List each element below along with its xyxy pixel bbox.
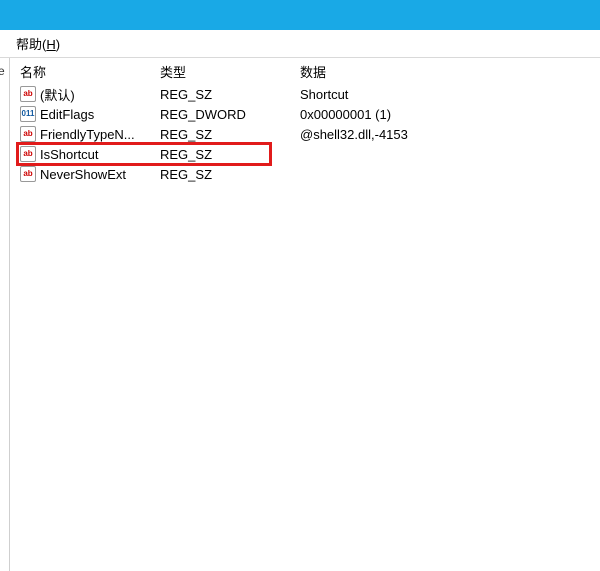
string-value-icon: ab [20, 86, 36, 102]
value-type: REG_SZ [160, 167, 300, 182]
window-titlebar[interactable] [0, 0, 600, 30]
menu-bar: 帮助(H) [0, 30, 600, 58]
value-data: Shortcut [300, 87, 600, 102]
string-value-icon: ab [20, 146, 36, 162]
string-value-icon: ab [20, 126, 36, 142]
value-data: @shell32.dll,-4153 [300, 127, 600, 142]
value-data: 0x00000001 (1) [300, 107, 600, 122]
values-list: 名称 类型 数据 ab (默认) REG_SZ Shortcut 011 Edi… [10, 58, 600, 184]
string-value-icon: ab [20, 166, 36, 182]
tree-pane[interactable]: e [0, 58, 10, 571]
value-name: IsShortcut [40, 147, 99, 162]
value-name: EditFlags [40, 107, 94, 122]
values-pane: 名称 类型 数据 ab (默认) REG_SZ Shortcut 011 Edi… [10, 58, 600, 571]
col-header-name[interactable]: 名称 [20, 62, 160, 81]
value-type: REG_SZ [160, 147, 300, 162]
menu-help-accel: H [46, 37, 55, 52]
tree-fragment: e [0, 64, 5, 78]
value-row[interactable]: ab (默认) REG_SZ Shortcut [10, 84, 600, 104]
value-type: REG_DWORD [160, 107, 300, 122]
value-name: FriendlyTypeN... [40, 127, 135, 142]
column-headers[interactable]: 名称 类型 数据 [10, 58, 600, 84]
menu-help-label: 帮助 [16, 37, 42, 52]
value-name: NeverShowExt [40, 167, 126, 182]
value-row[interactable]: 011 EditFlags REG_DWORD 0x00000001 (1) [10, 104, 600, 124]
value-row[interactable]: ab NeverShowExt REG_SZ [10, 164, 600, 184]
menu-help[interactable]: 帮助(H) [10, 32, 66, 55]
col-header-data[interactable]: 数据 [300, 62, 600, 81]
dword-value-icon: 011 [20, 106, 36, 122]
client-area: e 名称 类型 数据 ab (默认) REG_SZ Shortcut 011 E… [0, 58, 600, 571]
value-type: REG_SZ [160, 87, 300, 102]
value-row[interactable]: ab IsShortcut REG_SZ [10, 144, 600, 164]
value-row[interactable]: ab FriendlyTypeN... REG_SZ @shell32.dll,… [10, 124, 600, 144]
value-name: (默认) [40, 85, 75, 104]
value-type: REG_SZ [160, 127, 300, 142]
col-header-type[interactable]: 类型 [160, 62, 300, 81]
